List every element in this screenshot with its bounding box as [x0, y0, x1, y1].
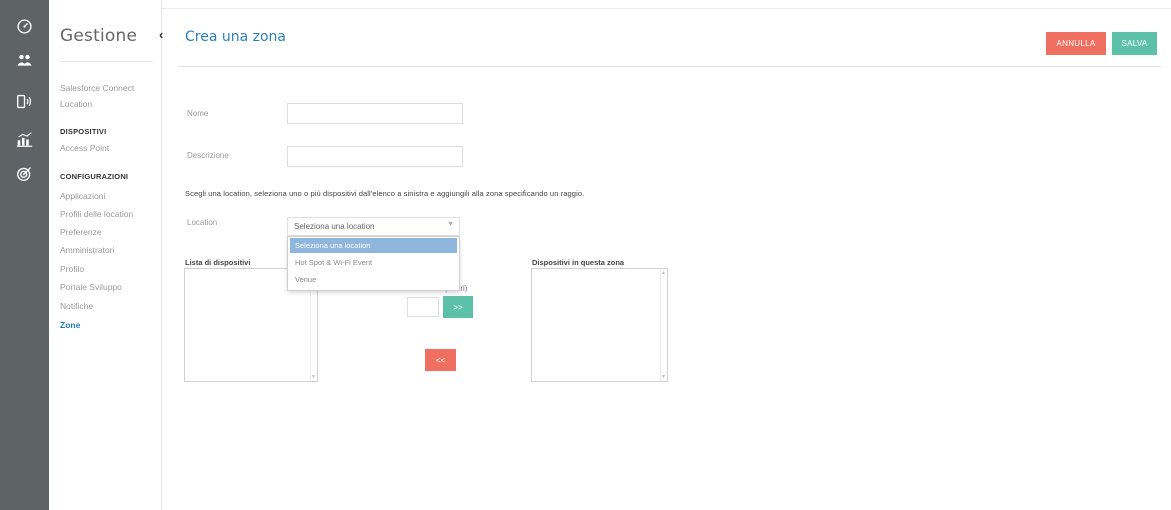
description-field[interactable] [287, 146, 463, 167]
instruction-text: Scegli una location, seleziona uno o più… [185, 189, 585, 198]
users-icon[interactable] [0, 47, 49, 73]
icon-rail [0, 0, 49, 510]
devices-icon[interactable] [0, 88, 49, 114]
sidebar-item-location[interactable]: Location [60, 99, 92, 109]
sidebar-item-salesforce-connect[interactable]: Salesforce Connect [60, 83, 134, 93]
location-label: Location [187, 218, 218, 227]
sidebar-item-access-point[interactable]: Access Point [60, 143, 109, 153]
save-button[interactable]: SALVA [1112, 32, 1157, 55]
scroll-up-icon: ▲ [661, 270, 666, 276]
zone-devices-listbox[interactable]: ▲ ▼ [531, 268, 668, 382]
remove-device-button[interactable]: << [425, 349, 456, 371]
location-option[interactable]: Venue [290, 272, 457, 287]
name-label: Nome [187, 109, 209, 118]
location-option[interactable]: Seleziona una location [290, 238, 457, 253]
scroll-down-icon: ▼ [311, 374, 316, 380]
name-field[interactable] [287, 103, 463, 124]
target-icon[interactable] [0, 160, 49, 186]
scroll-down-icon: ▼ [661, 374, 666, 380]
devices-list-label: Lista di dispositivi [185, 258, 251, 267]
sidebar-item-preferenze[interactable]: Preferenze [60, 227, 102, 237]
location-dropdown: Seleziona una location Hot Spot & Wi-Fi … [287, 236, 460, 291]
header-divider [178, 66, 1161, 67]
sidebar-item-amministratori[interactable]: Amministratori [60, 245, 114, 255]
sidebar-heading-dispositivi: DISPOSITIVI [60, 127, 107, 136]
distance-field[interactable] [407, 297, 439, 317]
location-option[interactable]: Hot Spot & Wi-Fi Event [290, 255, 457, 270]
sidebar-item-portale-sviluppo[interactable]: Portale Sviluppo [60, 282, 122, 292]
sidebar-item-zone[interactable]: Zone [60, 320, 80, 330]
page-title: Crea una zona [185, 29, 287, 45]
sidebar-divider [60, 61, 153, 62]
sidebar-item-profilo[interactable]: Profilo [60, 264, 84, 274]
analytics-icon[interactable] [0, 126, 49, 152]
sidebar-heading-configurazioni: CONFIGURAZIONI [60, 172, 129, 181]
description-label: Descrizione [187, 151, 229, 160]
dashboard-icon[interactable] [0, 13, 49, 39]
zone-devices-listbox-scrollbar[interactable] [660, 269, 667, 381]
chevron-down-icon: ▼ [447, 221, 454, 228]
top-bar [162, 0, 1171, 9]
sidebar: Gestione Salesforce Connect Location DIS… [49, 0, 162, 510]
add-device-button[interactable]: >> [443, 296, 473, 318]
sidebar-item-notifiche[interactable]: Notifiche [60, 301, 93, 311]
cancel-button[interactable]: ANNULLA [1046, 32, 1106, 55]
location-select-value: Seleziona una location [294, 222, 375, 231]
sidebar-item-applicazioni[interactable]: Applicazioni [60, 191, 105, 201]
sidebar-item-profili-location[interactable]: Profili delle location [60, 209, 133, 219]
location-select[interactable]: Seleziona una location ▼ [287, 217, 460, 236]
zone-devices-label: Dispositivi in questa zona [532, 258, 625, 267]
collapse-sidebar-icon[interactable]: ‹ [159, 28, 169, 42]
sidebar-title: Gestione [60, 26, 138, 46]
